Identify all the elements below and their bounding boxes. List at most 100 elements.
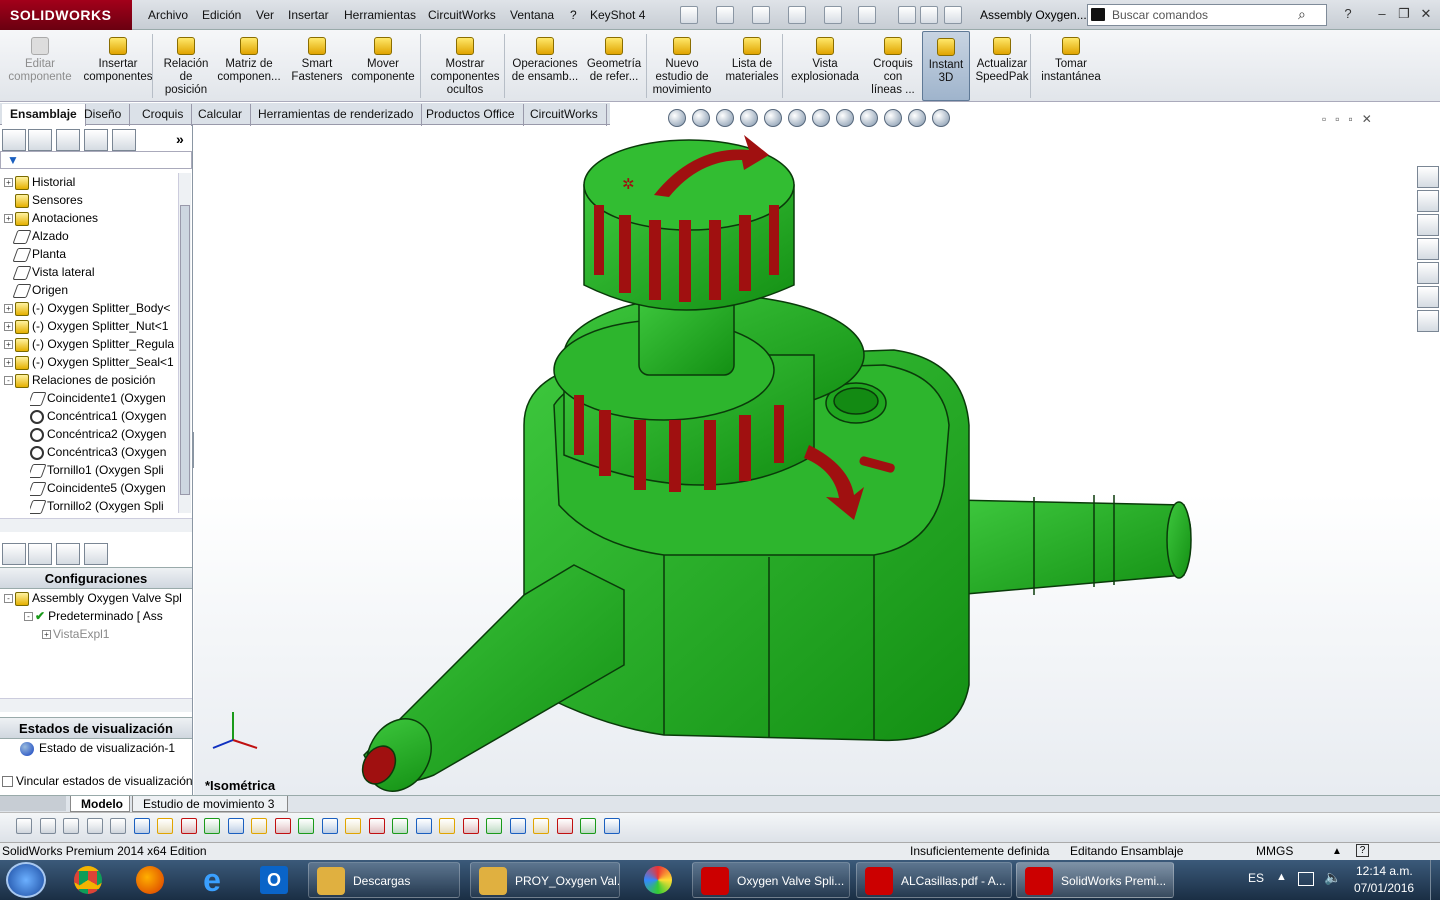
taskbar-item-1[interactable]: PROY_Oxygen Val... [470, 862, 620, 898]
config-default[interactable]: - ✔ Predeterminado [ Ass [24, 607, 202, 625]
filter-tool-14-icon[interactable] [345, 818, 361, 834]
filter-tool-11-icon[interactable] [274, 818, 291, 834]
units-arrow-icon[interactable]: ▲ [1332, 843, 1342, 860]
command-9[interactable]: Nuevo estudio de movimiento [648, 31, 716, 101]
tree-scroll-thumb[interactable] [180, 205, 190, 495]
tree-item[interactable]: Coincidente5 (Oxygen [30, 479, 176, 497]
filter-tool-5-icon[interactable] [133, 818, 150, 834]
taskbar-item-0[interactable]: Descargas [308, 862, 460, 898]
network-icon[interactable] [1298, 872, 1314, 886]
motion-tab-nav[interactable] [0, 796, 66, 811]
view-tool-2-icon[interactable] [716, 109, 734, 127]
close-button[interactable]: ✕ [1416, 5, 1436, 23]
filter-tool-2-icon[interactable] [63, 818, 79, 834]
view-tool-0-icon[interactable] [668, 109, 686, 127]
tree-item[interactable]: + (-) Oxygen Splitter_Regula [4, 335, 176, 353]
tree-item[interactable]: + Historial [4, 173, 176, 191]
command-10[interactable]: Lista de materiales [722, 31, 782, 101]
help-icon[interactable]: ? [1356, 844, 1369, 857]
config-tab-3-icon[interactable] [84, 543, 108, 565]
viewport-window-controls[interactable]: ▫▫▫✕ [1322, 112, 1432, 126]
taskbar-item-3[interactable]: ALCasillas.pdf - A... [856, 862, 1012, 898]
command-3[interactable]: Matriz de componen... [214, 31, 284, 101]
tree-item[interactable]: Tornillo2 (Oxygen Spli [30, 497, 176, 515]
command-7[interactable]: Operaciones de ensamb... [508, 31, 582, 101]
restore-button[interactable]: ❐ [1394, 5, 1414, 23]
tree-item[interactable]: + (-) Oxygen Splitter_Body< [4, 299, 176, 317]
filter-tool-22-icon[interactable] [533, 818, 549, 834]
filter-tool-7-icon[interactable] [180, 818, 197, 834]
filter-tool-25-icon[interactable] [603, 818, 620, 834]
filter-tool-9-icon[interactable] [227, 818, 244, 834]
view-tool-3-icon[interactable] [740, 109, 758, 127]
expand-icon[interactable]: + [4, 322, 13, 332]
filter-tool-17-icon[interactable] [415, 818, 432, 834]
collapse-icon[interactable]: - [24, 612, 33, 622]
tab-5[interactable]: Productos Office [418, 104, 524, 126]
firefox-icon[interactable] [122, 862, 178, 898]
config-root[interactable]: - Assembly Oxygen Valve Split [4, 589, 182, 607]
expand-icon[interactable]: + [4, 358, 13, 368]
expand-icon[interactable]: + [4, 304, 13, 314]
help-icon[interactable]: ? [1338, 5, 1358, 23]
config-hscrollbar[interactable] [0, 698, 192, 712]
panel-expand-icon[interactable]: » [176, 131, 184, 147]
command-14[interactable]: Actualizar SpeedPak [972, 31, 1032, 101]
panel-tab-3-icon[interactable] [84, 129, 108, 151]
quick-action-4-icon[interactable] [824, 6, 842, 24]
task-pane-tab-5-icon[interactable] [1417, 286, 1439, 308]
tree-item[interactable]: Concéntrica3 (Oxygen [30, 443, 176, 461]
quick-action-1-icon[interactable] [716, 6, 734, 24]
link-display-states[interactable]: Vincular estados de visualización a [2, 772, 192, 790]
tree-item[interactable]: - Relaciones de posición [4, 371, 176, 389]
config-tab-0-icon[interactable] [2, 543, 26, 565]
expand-icon[interactable]: + [4, 214, 13, 224]
language-indicator[interactable]: ES [1248, 871, 1264, 885]
view-tool-4-icon[interactable] [764, 109, 782, 127]
filter-tool-12-icon[interactable] [298, 818, 314, 834]
expand-icon[interactable]: + [42, 630, 51, 640]
tree-item[interactable]: + (-) Oxygen Splitter_Seal<1 [4, 353, 176, 371]
panel-tab-0-icon[interactable] [2, 129, 26, 151]
command-11[interactable]: Vista explosionada [786, 31, 864, 101]
tree-item[interactable]: Coincidente1 (Oxygen [30, 389, 176, 407]
volume-icon[interactable]: 🔈 [1324, 869, 1341, 886]
tab-2[interactable]: Croquis [134, 104, 193, 126]
tree-item[interactable]: Alzado [4, 227, 176, 245]
taskbar-item-2[interactable]: Oxygen Valve Spli... [692, 862, 850, 898]
menu-item-4[interactable]: Herramientas [336, 0, 424, 30]
filter-tool-3-icon[interactable] [86, 818, 103, 834]
tree-scrollbar[interactable] [178, 173, 191, 513]
tree-item[interactable]: Planta [4, 245, 176, 263]
command-12[interactable]: Croquis con líneas ... [866, 31, 920, 101]
command-5[interactable]: Mover componente [350, 31, 416, 101]
internet-explorer-icon[interactable]: e [184, 862, 240, 898]
minimize-button[interactable]: – [1372, 5, 1392, 23]
taskbar-item-4[interactable]: SolidWorks Premi... [1016, 862, 1174, 898]
clock-time[interactable]: 12:14 a.m. [1356, 864, 1413, 878]
tab-3[interactable]: Calcular [190, 104, 252, 126]
panel-tab-1-icon[interactable] [28, 129, 52, 151]
tab-6[interactable]: CircuitWorks [522, 104, 607, 126]
quick-action-0-icon[interactable] [680, 6, 698, 24]
solidworks-logo[interactable]: SOLIDWORKS [0, 0, 132, 30]
menu-item-8[interactable]: KeyShot 4 [582, 0, 653, 30]
view-tool-11-icon[interactable] [932, 109, 950, 127]
task-pane-tab-1-icon[interactable] [1417, 190, 1439, 212]
command-4[interactable]: Smart Fasteners [286, 31, 348, 101]
display-state-item[interactable]: Estado de visualización-1 [20, 739, 198, 757]
view-tool-10-icon[interactable] [908, 109, 926, 127]
tree-item[interactable]: + Anotaciones [4, 209, 176, 227]
bottom-tab-0[interactable]: Modelo [70, 796, 130, 812]
config-tab-1-icon[interactable] [28, 543, 52, 565]
start-button[interactable] [6, 862, 46, 898]
filter-tool-10-icon[interactable] [251, 818, 267, 834]
graphics-area[interactable]: ✲ [194, 125, 1440, 795]
filter-tool-19-icon[interactable] [462, 818, 479, 834]
search-scope-icon[interactable] [1091, 8, 1105, 21]
view-tool-5-icon[interactable] [788, 109, 806, 127]
filter-tool-18-icon[interactable] [439, 818, 455, 834]
view-tool-7-icon[interactable] [836, 109, 854, 127]
expand-icon[interactable]: + [4, 178, 13, 188]
command-15[interactable]: Tomar instantánea [1036, 31, 1106, 101]
